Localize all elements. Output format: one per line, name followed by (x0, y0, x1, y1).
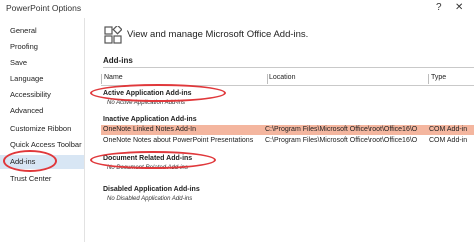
sidebar-item-label: Accessibility (10, 90, 51, 99)
table-row[interactable]: OneNote Notes about PowerPoint Presentat… (101, 136, 474, 146)
sidebar-item-label: Save (10, 58, 28, 67)
addin-location: C:\Program Files\Microsoft Office\root\O… (265, 126, 418, 133)
sidebar-item-label: Trust Center (10, 174, 52, 183)
sidebar-item-label: Advanced (10, 106, 44, 115)
window-title: PowerPoint Options (6, 3, 82, 13)
column-header-type[interactable]: Type (429, 74, 474, 84)
addin-type: COM Add-in (429, 126, 468, 133)
group-title-inactive: Inactive Application Add-ins (103, 116, 197, 123)
section-title: Add-ins (103, 56, 133, 65)
annotation-ring-active-add-ins (90, 84, 226, 102)
empty-disabled: No Disabled Application Add-ins (107, 196, 193, 202)
column-header-label: Name (104, 74, 123, 81)
sidebar-item-label: Proofing (10, 42, 38, 51)
sidebar-item-label: Language (10, 74, 44, 83)
column-header-label: Type (431, 74, 447, 81)
addin-type: COM Add-in (429, 137, 468, 144)
add-ins-panel: View and manage Microsoft Office Add-ins… (86, 18, 474, 242)
group-title-disabled: Disabled Application Add-ins (103, 186, 200, 193)
help-button[interactable]: ? (436, 2, 442, 14)
sidebar-item-customize-ribbon[interactable]: Customize Ribbon (0, 122, 84, 136)
sidebar-item-save[interactable]: Save (0, 56, 84, 70)
sidebar-item-proofing[interactable]: Proofing (0, 40, 84, 54)
annotation-ring-document-add-ins (90, 151, 216, 169)
sidebar-item-label: Customize Ribbon (10, 124, 72, 133)
sidebar-item-quick-access-toolbar[interactable]: Quick Access Toolbar (0, 138, 84, 152)
addin-location: C:\Program Files\Microsoft Office\root\O… (265, 137, 418, 144)
sidebar-item-general[interactable]: General (0, 24, 84, 38)
options-sidebar: General Proofing Save Language Accessibi… (0, 18, 85, 242)
column-header-location[interactable]: Location (267, 74, 429, 84)
sidebar-item-label: General (10, 26, 37, 35)
table-row[interactable]: OneNote Linked Notes Add-In C:\Program F… (101, 125, 474, 135)
addin-name: OneNote Notes about PowerPoint Presentat… (103, 137, 254, 144)
sidebar-item-language[interactable]: Language (0, 72, 84, 86)
sidebar-item-label: Quick Access Toolbar (10, 140, 82, 149)
section-divider (103, 67, 474, 68)
sidebar-item-advanced[interactable]: Advanced (0, 104, 84, 118)
addin-name: OneNote Linked Notes Add-In (103, 126, 197, 133)
column-header-label: Location (269, 74, 296, 81)
sidebar-item-trust-center[interactable]: Trust Center (0, 172, 84, 186)
annotation-ring-add-ins (3, 150, 57, 172)
title-bar: PowerPoint Options ? ✕ (0, 0, 474, 18)
close-button[interactable]: ✕ (455, 2, 463, 14)
panel-description: View and manage Microsoft Office Add-ins… (127, 29, 309, 40)
sidebar-item-accessibility[interactable]: Accessibility (0, 88, 84, 102)
add-ins-icon (104, 26, 122, 44)
column-header-name[interactable]: Name (101, 74, 268, 84)
